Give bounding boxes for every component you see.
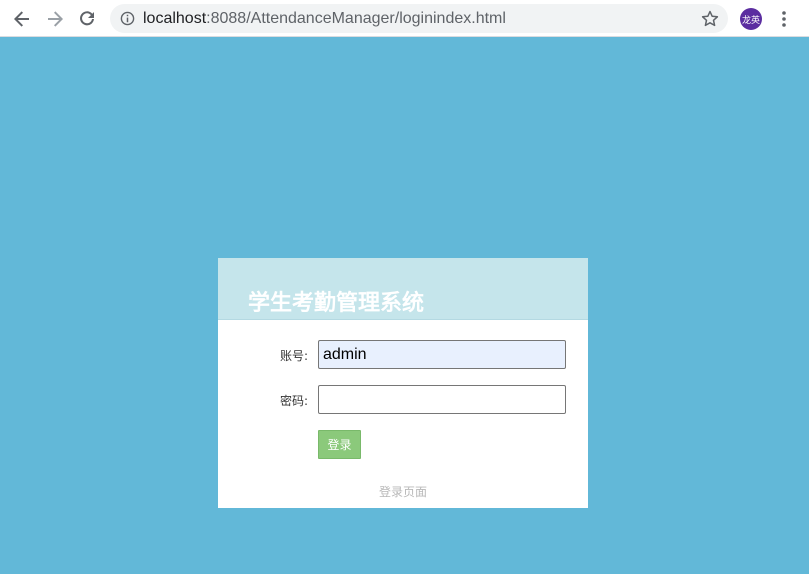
url-path: :8088/AttendanceManager/loginindex.html (206, 10, 506, 27)
more-vert-icon[interactable] (776, 9, 792, 29)
forward-arrow-icon (48, 11, 63, 27)
reload-button[interactable] (76, 8, 98, 30)
account-input[interactable] (318, 340, 566, 369)
password-label: 密码: (280, 394, 309, 408)
page-background: 学生考勤管理系统 账号: 密码: 登录 登录页面 (0, 37, 809, 574)
back-button[interactable] (11, 8, 33, 30)
info-icon[interactable] (120, 11, 135, 26)
avatar-text: 龙英 (741, 15, 760, 26)
password-input[interactable] (318, 385, 566, 414)
system-title: 学生考勤管理系统 (248, 291, 425, 316)
address-bar[interactable]: localhost:8088/AttendanceManager/loginin… (110, 4, 728, 33)
footer-caption: 登录页面 (378, 485, 427, 499)
back-arrow-icon (14, 11, 29, 27)
login-card: 学生考勤管理系统 账号: 密码: 登录 登录页面 (218, 258, 588, 508)
star-icon[interactable] (700, 9, 720, 29)
url-text[interactable]: localhost:8088/AttendanceManager/loginin… (143, 10, 506, 28)
url-host: localhost (143, 10, 207, 27)
profile-avatar[interactable]: 龙英 (740, 8, 762, 30)
login-button[interactable]: 登录 (318, 430, 361, 459)
browser-toolbar: localhost:8088/AttendanceManager/loginin… (0, 0, 809, 37)
forward-button[interactable] (44, 8, 66, 30)
login-header: 学生考勤管理系统 (218, 258, 588, 320)
login-button-label: 登录 (327, 438, 352, 452)
account-label: 账号: (280, 349, 309, 363)
reload-icon (80, 11, 94, 26)
